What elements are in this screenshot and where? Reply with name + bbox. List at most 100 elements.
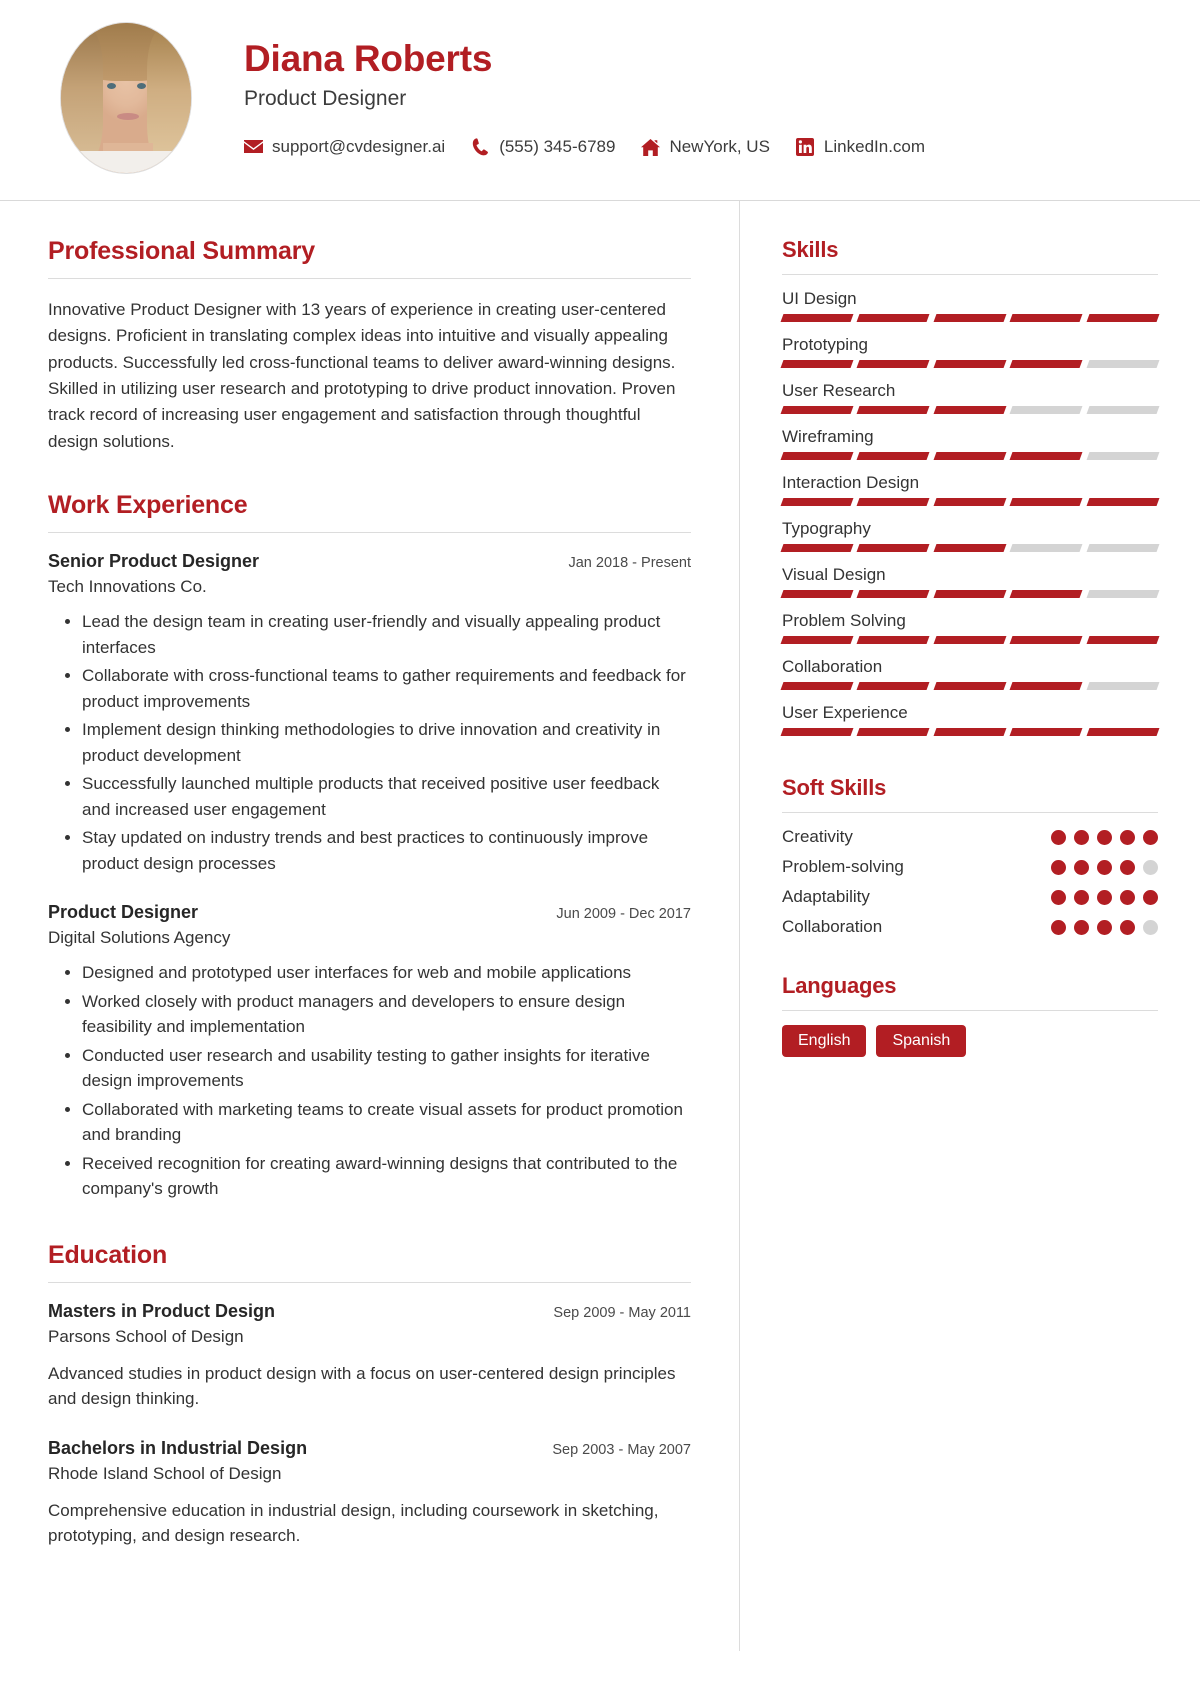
avatar-lips [117,113,139,120]
avatar-shirt [61,151,191,173]
soft-skill-rating [1051,829,1158,845]
skill-segment [856,728,931,736]
skill-level-bar [780,544,1160,552]
skill-label: Interaction Design [782,473,920,492]
rating-dot [1120,919,1135,935]
section-education: Education Masters in Product Design Sep … [48,1241,691,1549]
divider [782,812,1158,813]
candidate-job-title: Product Designer [244,87,407,111]
avatar-eye-left [107,83,116,89]
work-role: Product Designer [48,902,199,923]
skill-row: Interaction Design [780,473,1160,506]
education-description: Advanced studies in product design with … [48,1363,676,1409]
soft-skill-rating [1051,859,1158,875]
skill-segment [856,314,931,322]
language-pill: English [782,1025,867,1057]
soft-skill-row: Problem-solving [782,857,1158,877]
avatar-hair-left [61,29,103,161]
section-soft-skills: Soft Skills Creativity Problem-solving Ada… [782,775,1158,937]
skill-segment [1086,682,1160,690]
divider [782,274,1158,275]
work-dates: Jun 2009 - Dec 2017 [556,906,691,923]
education-dates: Sep 2003 - May 2007 [552,1441,691,1458]
contact-linkedin-text: LinkedIn.com [823,137,926,157]
skill-segment [856,682,931,690]
rating-dot [1051,829,1066,845]
skill-segment [780,406,854,414]
home-icon [641,138,661,157]
rating-dot [1120,859,1135,875]
contact-linkedin[interactable]: LinkedIn.com [796,137,925,157]
rating-dot [1143,889,1158,905]
skill-segment [1086,590,1160,598]
soft-skill-rating [1051,889,1158,905]
skill-level-bar [780,682,1160,690]
work-bullet: Successfully launched multiple products … [82,771,691,822]
skill-segment [1009,406,1084,414]
skill-segment [1086,406,1160,414]
soft-skill-label: Adaptability [782,887,870,906]
section-skills: Skills UI Design Prototyping User Research… [780,237,1160,736]
skill-segment [933,498,1007,506]
rating-dot [1074,919,1089,935]
work-bullet: Designed and prototyped user interfaces … [82,960,691,986]
contact-phone[interactable]: (555) 345-6789 [471,137,615,157]
skill-label: User Experience [782,703,908,722]
soft-skill-row: Creativity [782,827,1158,847]
rating-dot [1051,889,1066,905]
skill-row: Typography [780,519,1160,552]
soft-skill-row: Adaptability [782,887,1158,907]
soft-skill-label: Collaboration [782,917,883,936]
skill-row: User Experience [780,703,1160,736]
education-entry-header: Bachelors in Industrial Design Sep 2003 … [48,1438,691,1459]
rating-dot [1074,889,1089,905]
avatar-hair-right [147,29,191,165]
rating-dot [1120,889,1135,905]
section-title-education: Education [48,1240,168,1269]
skill-label: Visual Design [782,565,886,584]
rating-dot [1120,829,1135,845]
rating-dot [1097,829,1112,845]
skill-segment [933,452,1007,460]
work-bullets: Designed and prototyped user interfaces … [48,960,691,1202]
section-title-skills: Skills [782,237,839,262]
section-title-work: Work Experience [48,491,248,520]
avatar-eye-right [137,83,146,89]
skill-segment [1009,544,1084,552]
skill-level-bar [780,636,1160,644]
education-degree: Masters in Product Design [48,1300,276,1321]
skill-segment [780,636,854,644]
skill-row: Problem Solving [780,611,1160,644]
skill-segment [780,590,854,598]
skill-segment [856,590,931,598]
header-info: Diana Roberts Product Designer support@c… [244,38,1160,158]
skill-segment [1086,360,1160,368]
contact-location[interactable]: NewYork, US [641,137,770,157]
skill-segment [1009,498,1084,506]
divider [48,1281,691,1283]
soft-skills-list: Creativity Problem-solving Adaptability Col… [782,827,1158,937]
skill-level-bar [780,452,1160,460]
skill-segment [780,682,854,690]
skill-segment [933,590,1007,598]
contact-email[interactable]: support@cvdesigner.ai [244,137,445,157]
skill-segment [780,728,854,736]
skill-row: Prototyping [780,335,1160,368]
skill-segment [1086,452,1160,460]
skill-segment [1009,360,1084,368]
skill-segment [933,728,1007,736]
skill-segment [1009,590,1084,598]
resume-body: Professional Summary Innovative Product … [0,201,1200,1651]
skill-segment [1009,682,1084,690]
work-entry-header: Senior Product Designer Jan 2018 - Prese… [48,551,691,572]
languages-list: English Spanish [782,1025,1158,1057]
work-company: Digital Solutions Agency [48,928,231,948]
skill-level-bar [780,498,1160,506]
skill-row: User Research [780,381,1160,414]
work-dates: Jan 2018 - Present [568,555,691,572]
work-bullets: Lead the design team in creating user-fr… [48,609,691,876]
phone-icon [471,138,490,157]
work-bullet: Collaborate with cross-functional teams … [82,663,691,714]
